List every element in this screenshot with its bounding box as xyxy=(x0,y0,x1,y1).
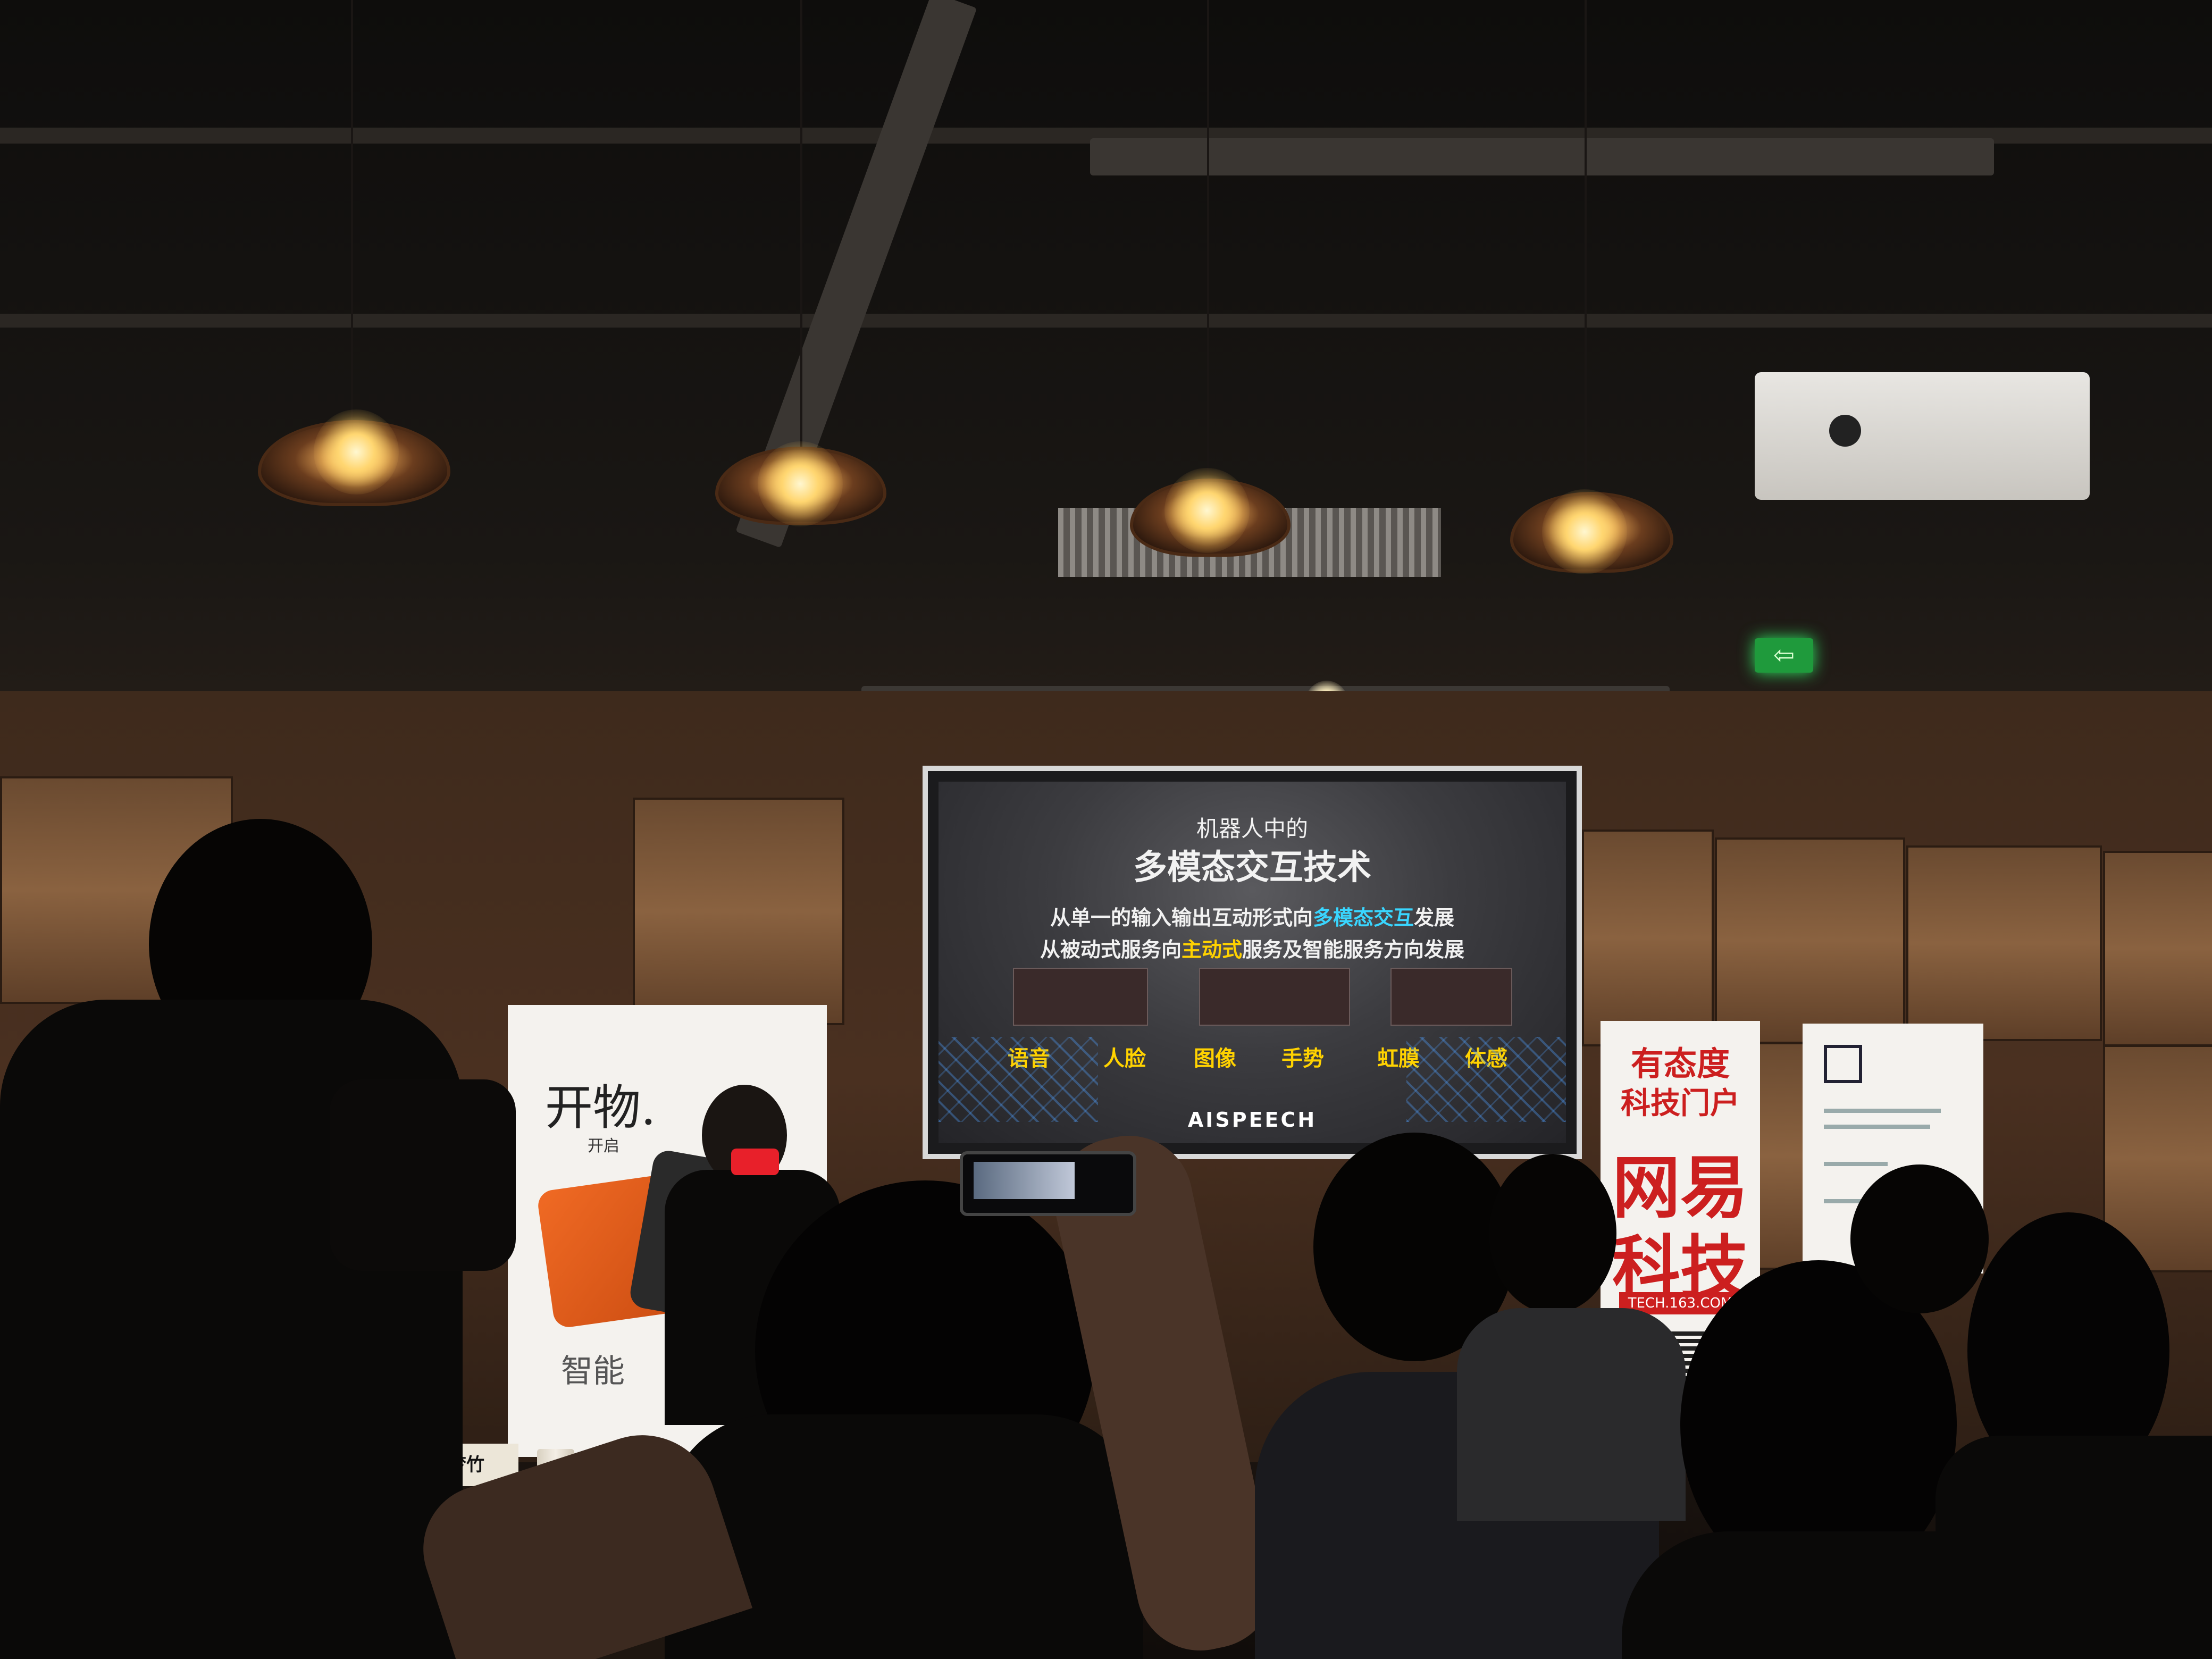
lamp-cord xyxy=(1207,0,1209,479)
audience-head xyxy=(1850,1164,1989,1313)
photo-scene: ⇦ 机器人中的 多模态交互技术 从单一的输入输出互动形式向多模态交互发展 从被动… xyxy=(0,0,2212,1659)
ceiling xyxy=(0,0,2212,691)
projector-lens xyxy=(1829,415,1861,447)
bullet-1-highlight: 多模态交互 xyxy=(1312,906,1414,929)
wall-panel xyxy=(1582,830,1714,1046)
slide-title: 多模态交互技术 xyxy=(1133,848,1371,887)
wall-panel xyxy=(633,798,844,1025)
lamp-cord xyxy=(1585,0,1587,489)
audience-body xyxy=(1457,1308,1686,1521)
man-arm xyxy=(330,1079,516,1271)
bullet-2-text-end: 服务及智能服务方向发展 xyxy=(1242,938,1465,961)
bullet-2-text: 从被动式服务向 xyxy=(1040,938,1182,961)
ceiling-duct xyxy=(1090,138,1994,175)
presentation-slide: 机器人中的 多模态交互技术 从单一的输入输出互动形式向多模态交互发展 从被动式服… xyxy=(939,782,1566,1143)
ceiling-beam xyxy=(0,314,2212,328)
microphone-icon xyxy=(731,1149,779,1175)
lamp-bulb-glow xyxy=(314,409,399,495)
banner-text-line xyxy=(1824,1125,1930,1129)
audience-head xyxy=(1489,1154,1616,1313)
lamp-bulb-glow xyxy=(758,441,843,526)
keyword-gesture: 手势 xyxy=(1281,1046,1324,1071)
bullet-1-text: 从单一的输入输出互动形式向 xyxy=(1050,906,1313,929)
banner-line-2: 科技门户 xyxy=(1621,1086,1740,1121)
projector-screen: 机器人中的 多模态交互技术 从单一的输入输出互动形式向多模态交互发展 从被动式服… xyxy=(923,766,1582,1159)
ceiling-projector xyxy=(1755,372,2090,500)
audience-body xyxy=(1936,1436,2212,1659)
aispeech-logo: AISPEECH xyxy=(1187,1108,1317,1132)
bullet-1-text-end: 发展 xyxy=(1414,906,1455,929)
smartphone xyxy=(960,1151,1136,1216)
wall-panel xyxy=(1715,837,1905,1044)
slide-image-box xyxy=(1390,968,1512,1026)
slide-image-box xyxy=(1199,968,1350,1026)
lamp-cord xyxy=(800,0,802,447)
slide-subtitle: 机器人中的 xyxy=(1196,816,1308,842)
exit-sign: ⇦ xyxy=(1755,638,1813,673)
kaiwu-brand: 开物. xyxy=(545,1080,656,1136)
keyword-face: 人脸 xyxy=(1103,1046,1146,1071)
wall-panel xyxy=(1906,845,2102,1041)
bullet-2-highlight: 主动式 xyxy=(1181,938,1242,961)
banner-line-1: 有态度 xyxy=(1630,1044,1730,1083)
slide-image-box xyxy=(1013,968,1148,1026)
slide-bullet-2: 从被动式服务向主动式服务及智能服务方向发展 xyxy=(939,933,1566,962)
slide-bullet-1: 从单一的输入输出互动形式向多模态交互发展 xyxy=(939,901,1566,931)
kaiwu-tagline: 智能 xyxy=(561,1353,625,1390)
banner-logo-icon xyxy=(1824,1045,1862,1083)
running-man-icon: ⇦ xyxy=(1773,640,1795,670)
lamp-bulb-glow xyxy=(1164,468,1250,553)
kaiwu-subtitle: 开启 xyxy=(588,1137,619,1155)
audience-body xyxy=(665,1414,1143,1659)
phone-screen xyxy=(974,1162,1075,1199)
banner-text-line xyxy=(1824,1109,1941,1113)
keyword-image: 图像 xyxy=(1194,1046,1236,1071)
lamp-bulb-glow xyxy=(1542,489,1627,574)
banner-text-line xyxy=(1824,1162,1888,1166)
lamp-cord xyxy=(351,0,353,425)
wall-panel xyxy=(2103,851,2212,1046)
